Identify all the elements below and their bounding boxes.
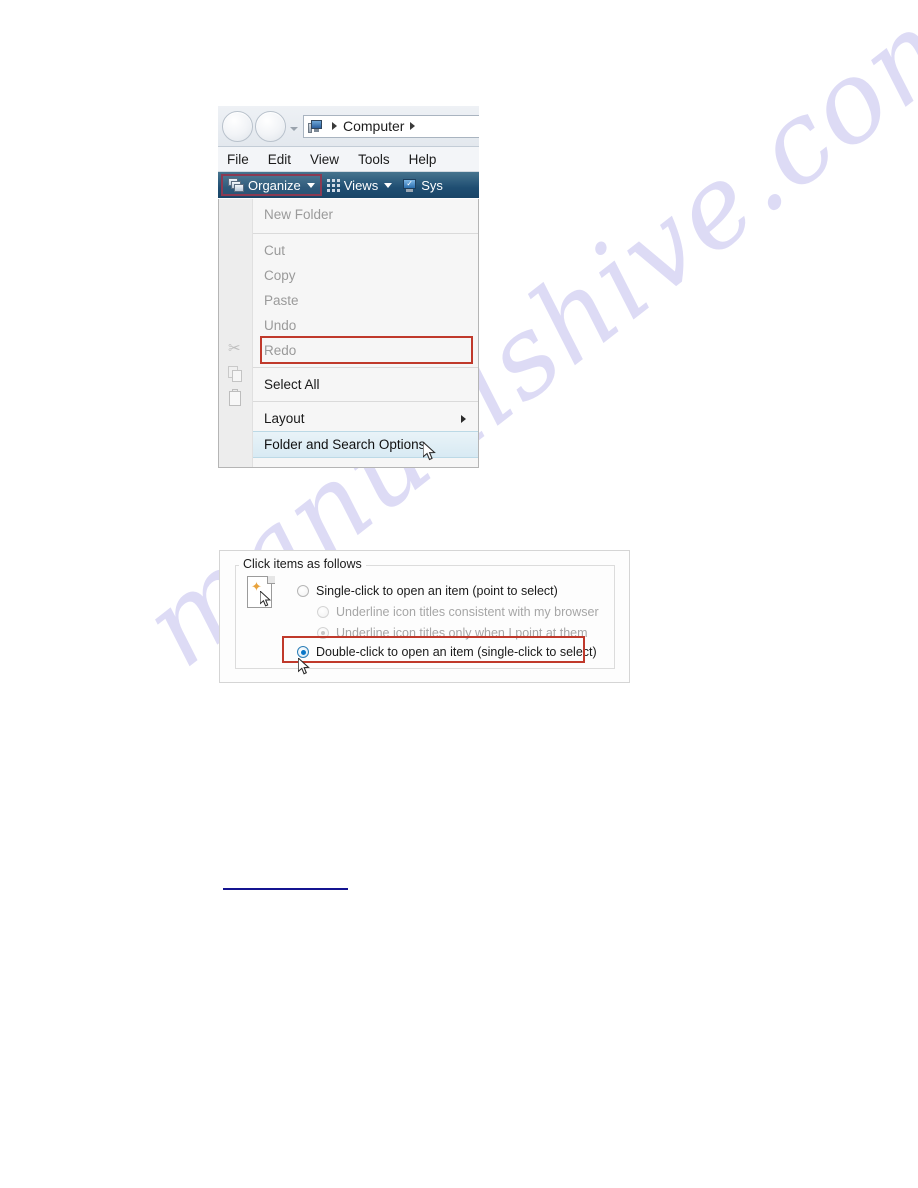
menu-icon-gutter — [219, 199, 253, 467]
menu-item-paste[interactable]: Paste — [253, 288, 478, 313]
command-toolbar: Organize Views ✓ Sys — [218, 172, 479, 198]
views-button-label: Views — [343, 177, 379, 193]
menu-item-copy[interactable]: Copy — [253, 263, 478, 288]
submenu-arrow-icon — [461, 415, 466, 423]
menu-item-view[interactable]: View — [310, 152, 339, 167]
organize-button-label: Organize — [248, 177, 301, 193]
organize-dropdown-menu: New Folder Cut Copy Paste Undo Redo Sele… — [218, 199, 479, 468]
menu-item-copy-label: Copy — [264, 268, 296, 283]
menu-item-cut[interactable]: Cut — [253, 238, 478, 263]
paste-icon — [228, 389, 244, 407]
radio-underline-on-point[interactable] — [317, 627, 329, 639]
organize-icon — [228, 178, 244, 192]
menu-item-layout-label: Layout — [264, 411, 305, 426]
menu-separator — [253, 401, 478, 402]
breadcrumb-separator-leading-icon — [332, 122, 337, 130]
radio-label-single-click: Single-click to open an item (point to s… — [316, 584, 558, 598]
menu-item-list: New Folder Cut Copy Paste Undo Redo Sele… — [253, 199, 478, 467]
radio-label-underline-on-point: Underline icon titles only when I point … — [336, 626, 588, 640]
menu-item-help[interactable]: Help — [409, 152, 437, 167]
menu-item-redo[interactable]: Redo — [253, 338, 478, 363]
radio-row-underline-on-point[interactable]: Underline icon titles only when I point … — [317, 626, 588, 640]
address-bar: Computer — [218, 106, 479, 147]
menu-item-select-all[interactable]: Select All — [253, 372, 478, 397]
views-grid-icon — [326, 178, 340, 192]
radio-single-click[interactable] — [297, 585, 309, 597]
menu-item-new-folder[interactable]: New Folder — [253, 199, 478, 229]
menu-item-undo[interactable]: Undo — [253, 313, 478, 338]
views-button[interactable]: Views — [322, 174, 397, 196]
menu-item-folder-and-search-options-label: Folder and Search Options — [264, 437, 426, 452]
scissors-icon: ✂ — [228, 340, 241, 357]
menu-bar: File Edit View Tools Help — [218, 147, 479, 172]
menu-item-new-folder-label: New Folder — [264, 206, 334, 222]
system-properties-button[interactable]: ✓ Sys — [397, 174, 448, 196]
menu-item-edit[interactable]: Edit — [268, 152, 291, 167]
menu-item-select-all-label: Select All — [264, 377, 320, 392]
menu-separator — [253, 233, 478, 234]
breadcrumb-address-box[interactable]: Computer — [303, 114, 479, 138]
menu-item-cut-label: Cut — [264, 243, 286, 258]
back-button[interactable] — [222, 110, 253, 142]
radio-underline-consistent-browser[interactable] — [317, 606, 329, 618]
radio-label-underline-consistent-browser: Underline icon titles consistent with my… — [336, 605, 599, 619]
system-properties-icon: ✓ — [402, 178, 417, 192]
link-underline-rule[interactable] — [223, 888, 348, 890]
breadcrumb-separator-trailing-icon[interactable] — [410, 122, 416, 130]
chevron-down-icon — [306, 182, 315, 188]
click-preview-icon: ✦ — [247, 576, 275, 609]
menu-item-layout[interactable]: Layout — [253, 406, 478, 431]
history-dropdown-icon[interactable] — [290, 127, 298, 131]
computer-icon — [308, 119, 323, 133]
menu-item-redo-label: Redo — [264, 343, 297, 358]
groupbox-title: Click items as follows — [239, 557, 366, 571]
radio-row-double-click[interactable]: Double-click to open an item (single-cli… — [297, 645, 597, 659]
radio-row-single-click[interactable]: Single-click to open an item (point to s… — [297, 584, 558, 598]
organize-button[interactable]: Organize — [221, 174, 322, 196]
copy-icon — [228, 366, 244, 382]
menu-item-undo-label: Undo — [264, 318, 297, 333]
menu-item-tools[interactable]: Tools — [358, 152, 390, 167]
system-properties-label: Sys — [421, 177, 443, 193]
menu-separator — [253, 367, 478, 368]
explorer-window-screenshot: Computer File Edit View Tools Help Organ… — [218, 106, 479, 468]
forward-button[interactable] — [255, 110, 286, 142]
radio-double-click[interactable] — [297, 646, 309, 658]
menu-item-folder-and-search-options[interactable]: Folder and Search Options — [253, 431, 478, 458]
radio-label-double-click: Double-click to open an item (single-cli… — [316, 645, 597, 659]
chevron-down-icon — [384, 182, 393, 188]
menu-item-paste-label: Paste — [264, 293, 299, 308]
menu-item-file[interactable]: File — [227, 152, 249, 167]
folder-options-click-items-panel: Click items as follows ✦ Single-click to… — [219, 550, 630, 683]
breadcrumb-computer[interactable]: Computer — [343, 118, 404, 134]
radio-row-underline-consistent-browser[interactable]: Underline icon titles consistent with my… — [317, 605, 599, 619]
